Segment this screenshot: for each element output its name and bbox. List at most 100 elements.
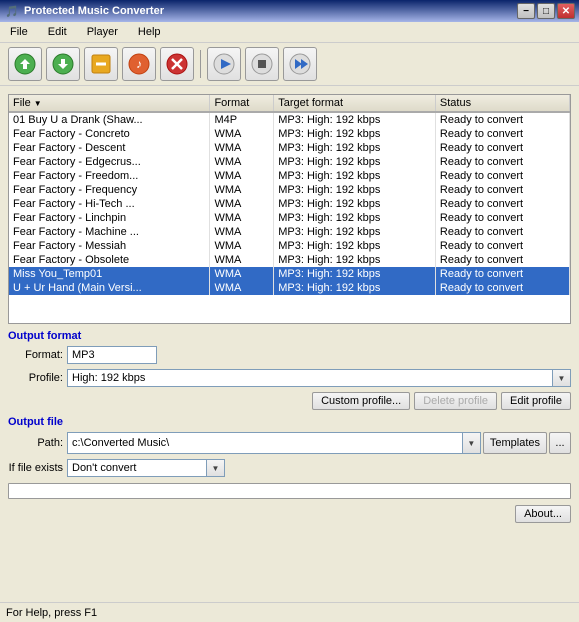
edit-profile-button[interactable]: Edit profile <box>501 392 571 410</box>
about-button[interactable]: About... <box>515 505 571 523</box>
cell-format: WMA <box>210 197 274 211</box>
cell-format: WMA <box>210 127 274 141</box>
cell-format: WMA <box>210 169 274 183</box>
add-folder-button[interactable] <box>46 47 80 81</box>
progress-bar <box>8 483 571 499</box>
cell-target: MP3: High: 192 kbps <box>274 197 436 211</box>
cell-status: Ready to convert <box>435 141 569 155</box>
col-target[interactable]: Target format <box>274 95 436 112</box>
menu-help[interactable]: Help <box>132 24 167 40</box>
player-button[interactable]: ♪ <box>122 47 156 81</box>
table-row[interactable]: Fear Factory - Freedom...WMAMP3: High: 1… <box>9 169 570 183</box>
cell-format: WMA <box>210 281 274 295</box>
remove-button[interactable] <box>84 47 118 81</box>
table-row[interactable]: Miss You_Temp01WMAMP3: High: 192 kbpsRea… <box>9 267 570 281</box>
table-row[interactable]: Fear Factory - MessiahWMAMP3: High: 192 … <box>9 239 570 253</box>
table-row[interactable]: Fear Factory - Edgecrus...WMAMP3: High: … <box>9 155 570 169</box>
cell-target: MP3: High: 192 kbps <box>274 155 436 169</box>
path-label: Path: <box>8 437 63 449</box>
custom-profile-button[interactable]: Custom profile... <box>312 392 410 410</box>
format-row: Format: MP3 WMA AAC OGG <box>8 346 571 364</box>
cell-format: WMA <box>210 225 274 239</box>
cell-target: MP3: High: 192 kbps <box>274 169 436 183</box>
col-status[interactable]: Status <box>435 95 569 112</box>
templates-button[interactable]: Templates <box>483 432 547 454</box>
profile-dropdown-arrow[interactable]: ▼ <box>553 369 571 387</box>
cell-file: Fear Factory - Hi-Tech ... <box>9 197 210 211</box>
cell-status: Ready to convert <box>435 112 569 127</box>
path-dropdown-arrow[interactable]: ▼ <box>463 432 481 454</box>
menu-edit[interactable]: Edit <box>42 24 73 40</box>
cell-file: Fear Factory - Machine ... <box>9 225 210 239</box>
file-list-container[interactable]: File ▼ Format Target format Status 01 Bu… <box>8 94 571 324</box>
cell-target: MP3: High: 192 kbps <box>274 127 436 141</box>
format-label: Format: <box>8 349 63 361</box>
output-file-label: Output file <box>8 416 571 428</box>
restore-button[interactable]: □ <box>537 3 555 19</box>
col-file[interactable]: File ▼ <box>9 95 210 112</box>
cell-target: MP3: High: 192 kbps <box>274 225 436 239</box>
file-table: File ▼ Format Target format Status 01 Bu… <box>9 95 570 295</box>
cell-file: Miss You_Temp01 <box>9 267 210 281</box>
toolbar: ♪ <box>0 43 579 86</box>
format-combo-container: MP3 WMA AAC OGG <box>67 346 157 364</box>
table-row[interactable]: Fear Factory - LinchpinWMAMP3: High: 192… <box>9 211 570 225</box>
if-exists-label: If file exists <box>8 462 63 474</box>
cell-format: WMA <box>210 253 274 267</box>
window-title: Protected Music Converter <box>24 5 164 17</box>
table-row[interactable]: 01 Buy U a Drank (Shaw...M4PMP3: High: 1… <box>9 112 570 127</box>
main-content: File ▼ Format Target format Status 01 Bu… <box>0 86 579 531</box>
cell-status: Ready to convert <box>435 127 569 141</box>
table-row[interactable]: Fear Factory - FrequencyWMAMP3: High: 19… <box>9 183 570 197</box>
profile-buttons-row: Custom profile... Delete profile Edit pr… <box>8 392 571 410</box>
table-row[interactable]: Fear Factory - DescentWMAMP3: High: 192 … <box>9 141 570 155</box>
cell-status: Ready to convert <box>435 281 569 295</box>
cell-status: Ready to convert <box>435 239 569 253</box>
cell-format: WMA <box>210 155 274 169</box>
skip-button[interactable] <box>283 47 317 81</box>
cell-format: WMA <box>210 239 274 253</box>
cancel-button[interactable] <box>160 47 194 81</box>
play-button[interactable] <box>207 47 241 81</box>
path-row: Path: ▼ Templates ... <box>8 432 571 454</box>
path-input[interactable] <box>67 432 463 454</box>
stop-button[interactable] <box>245 47 279 81</box>
table-row[interactable]: Fear Factory - ConcretoWMAMP3: High: 192… <box>9 127 570 141</box>
cell-target: MP3: High: 192 kbps <box>274 253 436 267</box>
cell-status: Ready to convert <box>435 155 569 169</box>
cell-format: WMA <box>210 183 274 197</box>
close-button[interactable]: ✕ <box>557 3 575 19</box>
menu-bar: File Edit Player Help <box>0 22 579 43</box>
cell-file: Fear Factory - Freedom... <box>9 169 210 183</box>
cell-status: Ready to convert <box>435 169 569 183</box>
app-icon: 🎵 <box>4 3 20 19</box>
col-format[interactable]: Format <box>210 95 274 112</box>
cell-file: 01 Buy U a Drank (Shaw... <box>9 112 210 127</box>
cell-file: Fear Factory - Concreto <box>9 127 210 141</box>
add-files-button[interactable] <box>8 47 42 81</box>
cell-status: Ready to convert <box>435 267 569 281</box>
cell-format: WMA <box>210 141 274 155</box>
cell-status: Ready to convert <box>435 183 569 197</box>
table-row[interactable]: Fear Factory - Hi-Tech ...WMAMP3: High: … <box>9 197 570 211</box>
table-row[interactable]: Fear Factory - ObsoleteWMAMP3: High: 192… <box>9 253 570 267</box>
format-select[interactable]: MP3 WMA AAC OGG <box>67 346 157 364</box>
if-exists-input[interactable] <box>67 459 207 477</box>
cell-file: Fear Factory - Frequency <box>9 183 210 197</box>
menu-player[interactable]: Player <box>81 24 124 40</box>
menu-file[interactable]: File <box>4 24 34 40</box>
table-row[interactable]: U + Ur Hand (Main Versi...WMAMP3: High: … <box>9 281 570 295</box>
sort-arrow: ▼ <box>34 99 42 108</box>
file-list-body: 01 Buy U a Drank (Shaw...M4PMP3: High: 1… <box>9 112 570 295</box>
minimize-button[interactable]: − <box>517 3 535 19</box>
profile-input[interactable] <box>67 369 553 387</box>
delete-profile-button[interactable]: Delete profile <box>414 392 497 410</box>
if-exists-dropdown-arrow[interactable]: ▼ <box>207 459 225 477</box>
cell-status: Ready to convert <box>435 225 569 239</box>
browse-button[interactable]: ... <box>549 432 571 454</box>
progress-container <box>8 483 571 499</box>
cell-format: WMA <box>210 267 274 281</box>
table-row[interactable]: Fear Factory - Machine ...WMAMP3: High: … <box>9 225 570 239</box>
cell-target: MP3: High: 192 kbps <box>274 211 436 225</box>
cell-target: MP3: High: 192 kbps <box>274 239 436 253</box>
